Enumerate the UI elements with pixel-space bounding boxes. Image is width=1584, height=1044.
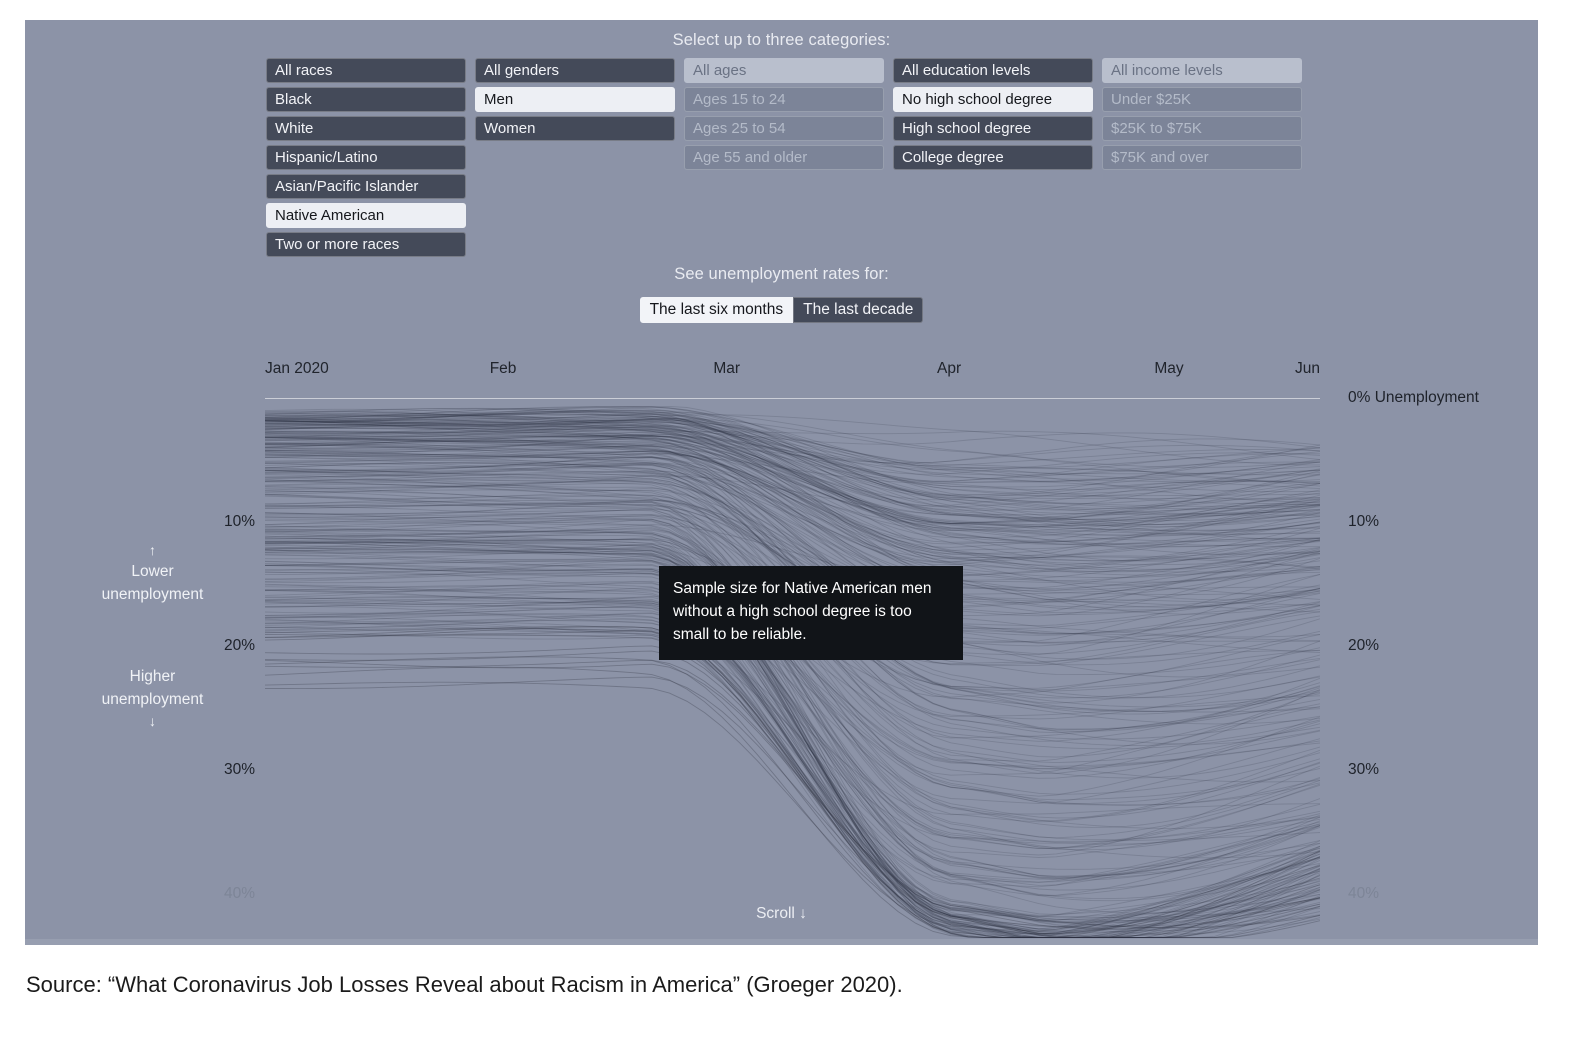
y-right-tick-4: 40% [1348,885,1380,903]
filter-option-gender-2[interactable]: Women [475,116,675,141]
filter-option-age-1: Ages 15 to 24 [684,87,884,112]
filter-column-gender: All genders Men Women [475,58,675,257]
screenshot-root: Select up to three categories: All races… [0,0,1584,1044]
x-tick-0: Jan 2020 [265,360,329,377]
filter-option-gender-0[interactable]: All genders [475,58,675,83]
chart-plot-area [265,399,1320,945]
scroll-hint: Scroll ↓ [756,905,807,922]
filter-option-gender-1[interactable]: Men [475,87,675,112]
filter-option-income-1: Under $25K [1102,87,1302,112]
y-axis-right-labels: 0% Unemployment 10% 20% 30% 40% [1330,360,1538,945]
y-right-tick-0: 0% Unemployment [1348,389,1479,406]
filter-option-age-3: Age 55 and older [684,145,884,170]
y-left-tick-3: 40% [223,885,255,903]
x-tick-2: Mar [713,360,741,377]
filter-column-race: All races Black White Hispanic/Latino Asian/… [266,58,466,257]
filter-column-age: All ages Ages 15 to 24 Ages 25 to 54 Age 55… [684,58,884,257]
filter-option-race-1[interactable]: Black [266,87,466,112]
unemployment-line-bundle [265,405,1320,939]
time-range-toggle: The last six months The last decade [25,297,1538,323]
filter-option-race-6[interactable]: Two or more races [266,232,466,257]
x-tick-1: Feb [489,360,517,377]
category-filter-columns: All races Black White Hispanic/Latino Asian/… [266,58,1308,257]
x-tick-3: Apr [937,360,962,377]
filter-option-education-2[interactable]: High school degree [893,116,1093,141]
y-left-tick-2: 30% [223,761,255,779]
filter-option-race-2[interactable]: White [266,116,466,141]
filter-option-education-1[interactable]: No high school degree [893,87,1093,112]
source-caption: Source: “What Coronavirus Job Losses Rev… [26,972,903,997]
y-right-tick-3: 30% [1348,761,1380,779]
y-right-tick-2: 20% [1348,637,1380,655]
filter-option-education-0[interactable]: All education levels [893,58,1093,83]
filter-option-age-2: Ages 25 to 54 [684,116,884,141]
filter-option-race-3[interactable]: Hispanic/Latino [266,145,466,170]
filter-option-income-0: All income levels [1102,58,1302,83]
x-tick-5: Jun [1295,360,1320,377]
y-left-tick-0: 10% [223,513,255,531]
x-tick-4: May [1154,360,1184,377]
filter-option-race-0[interactable]: All races [266,58,466,83]
filter-option-education-3[interactable]: College degree [893,145,1093,170]
filter-option-age-0: All ages [684,58,884,83]
select-categories-prompt: Select up to three categories: [672,31,891,49]
filter-option-race-4[interactable]: Asian/Pacific Islander [266,174,466,199]
see-rates-prompt: See unemployment rates for: [674,265,889,283]
time-range-option-1[interactable]: The last decade [793,297,924,323]
time-range-option-0[interactable]: The last six months [639,297,794,323]
y-left-tick-1: 20% [223,637,255,655]
filter-column-income: All income levels Under $25K $25K to $75K $… [1102,58,1302,257]
y-right-tick-1: 10% [1348,513,1380,531]
filter-column-education: All education levels No high school degre… [893,58,1093,257]
y-axis-left-labels: 10% 20% 30% 40% [155,360,255,945]
filter-option-race-5[interactable]: Native American [266,203,466,228]
sample-size-tooltip: Sample size for Native American men with… [659,566,963,660]
filter-option-income-2: $25K to $75K [1102,116,1302,141]
x-axis-tick-labels: Jan 2020 Feb Mar Apr May Jun [265,360,1320,382]
visualization-panel: Select up to three categories: All races… [25,20,1538,945]
filter-option-income-3: $75K and over [1102,145,1302,170]
